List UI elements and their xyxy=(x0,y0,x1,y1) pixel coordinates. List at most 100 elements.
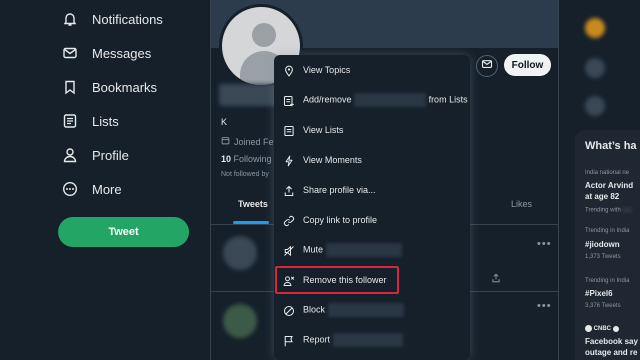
menu-item-label: View Topics xyxy=(303,65,351,75)
trend-name[interactable]: #Pixel6 xyxy=(585,289,613,298)
tweet-more-icon[interactable]: ••• xyxy=(537,300,552,312)
trend-count: 3,376 Tweets xyxy=(585,303,621,309)
menu-item-share-profile[interactable]: Share profile via... xyxy=(274,175,470,205)
menu-item-label: Share profile via... xyxy=(303,185,376,195)
trend-name[interactable]: #jiodown xyxy=(585,240,620,249)
lightning-icon xyxy=(283,154,295,167)
menu-item-label: Mute xyxy=(303,243,402,257)
tweet-avatar-blurred xyxy=(223,304,257,338)
following-count[interactable]: 10 Following xyxy=(221,154,272,164)
following-number: 10 xyxy=(221,154,232,164)
blurred-thumbnail xyxy=(585,96,605,116)
menu-item-report[interactable]: Report xyxy=(274,325,470,355)
redacted-username xyxy=(354,93,427,107)
menu-item-copy-link[interactable]: Copy link to profile xyxy=(274,205,470,235)
tab-tweets[interactable]: Tweets xyxy=(238,199,268,209)
nav-item-lists[interactable]: Lists xyxy=(62,107,119,135)
trend-count: 1,373 Tweets xyxy=(585,254,621,260)
left-nav: Notifications Messages Bookmarks Lists P… xyxy=(0,0,210,360)
nav-item-notifications[interactable]: Notifications xyxy=(62,5,163,33)
blurred-thumbnail xyxy=(585,18,605,38)
trend-name[interactable]: at age 82 xyxy=(585,192,619,201)
menu-item-view-lists[interactable]: View Lists xyxy=(274,115,470,145)
mute-icon xyxy=(283,244,295,257)
blurred-display-name xyxy=(219,84,279,106)
news-source: CNBC xyxy=(585,325,619,332)
tweet-more-icon[interactable]: ••• xyxy=(537,238,552,250)
trend-sub-text: Trending with xyxy=(585,207,621,214)
nav-label: Notifications xyxy=(92,11,163,27)
redacted-username xyxy=(332,333,403,347)
redacted-username xyxy=(327,303,404,317)
verified-icon xyxy=(612,325,619,332)
menu-item-block[interactable]: Block xyxy=(274,295,470,325)
profile-handle: K xyxy=(221,117,228,127)
bookmark-icon xyxy=(62,79,78,95)
add-list-icon xyxy=(283,94,295,107)
menu-item-label: Add/remove from Lists xyxy=(303,93,468,107)
trends-title: What’s ha xyxy=(585,140,637,152)
following-label: Following xyxy=(233,154,272,164)
menu-item-mute[interactable]: Mute xyxy=(274,235,470,265)
menu-item-label: Report xyxy=(303,333,403,347)
topics-icon xyxy=(283,64,295,77)
joined-text: Joined Feb xyxy=(234,136,279,147)
nav-label: More xyxy=(92,181,122,197)
person-icon xyxy=(62,147,78,163)
block-icon xyxy=(283,304,295,317)
trends-panel: What’s ha India national ne Actor Arvind… xyxy=(575,130,640,360)
redacted-username xyxy=(325,243,402,257)
bell-icon xyxy=(62,11,78,27)
message-button[interactable] xyxy=(476,55,498,77)
link-icon xyxy=(283,214,295,227)
menu-item-label: View Moments xyxy=(303,155,362,165)
profile-more-menu: View Topics Add/remove from Lists View L… xyxy=(274,55,470,360)
trend-meta: Trending in India xyxy=(585,228,630,234)
trend-name[interactable]: outage and re xyxy=(585,348,637,357)
menu-item-view-moments[interactable]: View Moments xyxy=(274,145,470,175)
nav-item-messages[interactable]: Messages xyxy=(62,39,151,67)
cnbc-logo-icon xyxy=(585,325,592,332)
news-source-name: CNBC xyxy=(593,326,612,333)
report-text: Report xyxy=(303,334,331,345)
flag-icon xyxy=(283,334,295,347)
nav-item-bookmarks[interactable]: Bookmarks xyxy=(62,73,157,101)
trend-sub: Trending with xyxy=(585,207,633,214)
nav-label: Bookmarks xyxy=(92,79,158,95)
list-icon xyxy=(62,113,78,129)
joined-date: Joined Feb xyxy=(221,136,279,147)
trend-name[interactable]: Facebook say xyxy=(585,337,638,346)
tab-likes[interactable]: Likes xyxy=(511,199,532,209)
nav-label: Lists xyxy=(92,113,119,129)
menu-item-label: Remove this follower xyxy=(303,275,387,285)
mute-text: Mute xyxy=(303,244,324,255)
menu-item-label: Copy link to profile xyxy=(303,215,378,225)
calendar-icon xyxy=(221,136,230,147)
nav-label: Profile xyxy=(92,147,129,163)
envelope-icon xyxy=(481,57,493,75)
tweet-avatar-blurred xyxy=(223,236,257,270)
nav-item-profile[interactable]: Profile xyxy=(62,141,129,169)
menu-item-remove-follower[interactable]: Remove this follower xyxy=(274,265,470,295)
redacted-text xyxy=(622,207,633,213)
menu-item-view-topics[interactable]: View Topics xyxy=(274,55,470,85)
right-sidebar: What’s ha India national ne Actor Arvind… xyxy=(559,0,640,360)
add-remove-text: Add/remove xyxy=(303,94,352,105)
from-lists-text: from Lists xyxy=(428,94,468,105)
share-icon[interactable] xyxy=(491,270,501,288)
trend-meta: India national ne xyxy=(585,170,630,176)
trend-name[interactable]: Actor Arvind xyxy=(585,181,633,190)
menu-item-label: Block xyxy=(303,303,404,317)
share-icon xyxy=(283,184,295,197)
remove-follower-icon xyxy=(283,274,295,286)
nav-label: Messages xyxy=(92,45,152,61)
not-followed-by: Not followed by xyxy=(221,171,269,178)
follow-button[interactable]: Follow xyxy=(504,54,551,76)
lists-icon xyxy=(283,124,295,137)
nav-item-more[interactable]: More xyxy=(62,175,122,203)
menu-item-label: View Lists xyxy=(303,125,344,135)
more-circle-icon xyxy=(62,181,78,197)
tweet-button[interactable]: Tweet xyxy=(58,217,189,247)
menu-item-add-remove-lists[interactable]: Add/remove from Lists xyxy=(274,85,470,115)
avatar-head-shape xyxy=(252,23,276,47)
